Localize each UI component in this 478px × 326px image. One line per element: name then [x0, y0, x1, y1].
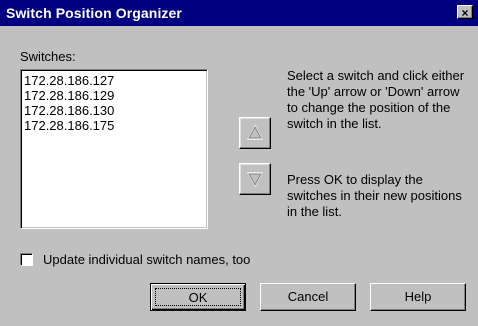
ok-button[interactable]: OK [150, 283, 246, 311]
cancel-button[interactable]: Cancel [260, 283, 356, 311]
down-arrow-icon [246, 172, 264, 188]
list-item[interactable]: 172.28.186.127 [24, 73, 207, 88]
list-item[interactable]: 172.28.186.129 [24, 88, 207, 103]
instructions-text: Select a switch and click either the 'Up… [287, 68, 465, 131]
ok-label: OK [155, 288, 241, 306]
help-button[interactable]: Help [370, 283, 466, 311]
list-item[interactable]: 172.28.186.175 [24, 118, 207, 133]
update-names-option[interactable]: Update individual switch names, too [20, 252, 250, 267]
move-down-button[interactable] [239, 163, 271, 195]
ok-instructions-text: Press OK to display the switches in thei… [287, 172, 462, 219]
update-names-label: Update individual switch names, too [43, 252, 251, 267]
close-icon: × [461, 6, 469, 20]
close-button[interactable]: × [457, 5, 473, 20]
move-up-button[interactable] [239, 117, 271, 149]
title-bar: Switch Position Organizer × [0, 0, 478, 26]
switches-listbox[interactable]: 172.28.186.127 172.28.186.129 172.28.186… [20, 69, 208, 229]
up-arrow-icon [246, 124, 264, 140]
list-item[interactable]: 172.28.186.130 [24, 103, 207, 118]
switches-label: Switches: [20, 49, 76, 64]
window-title: Switch Position Organizer [6, 5, 182, 21]
update-names-checkbox[interactable] [20, 253, 33, 266]
